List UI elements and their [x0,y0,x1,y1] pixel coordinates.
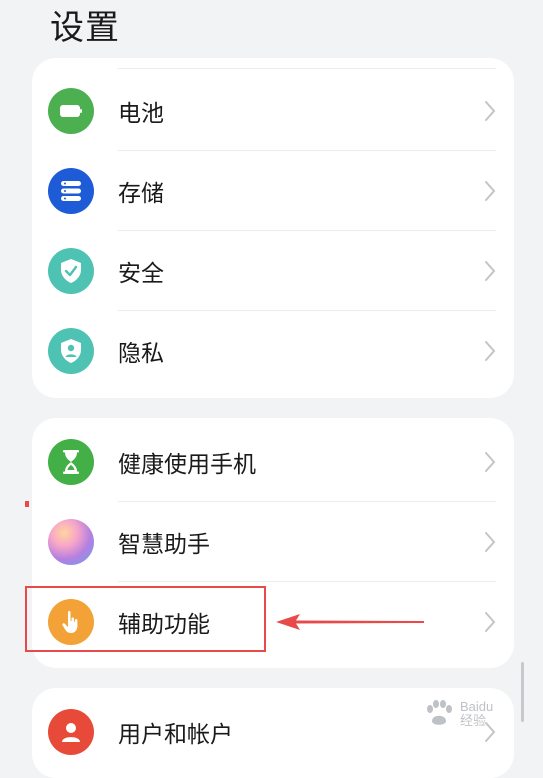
chevron-right-icon [485,612,496,632]
annotation-mark [25,501,29,507]
shield-check-icon [48,248,94,294]
page-title: 设置 [50,8,120,48]
user-icon [48,709,94,755]
settings-item-label: 健康使用手机 [118,452,256,478]
chevron-right-icon [485,452,496,472]
hourglass-icon [48,439,94,485]
settings-group-1: 电池 存储 安全 隐私 [32,58,514,398]
settings-item-label: 隐私 [118,341,164,367]
settings-item-label: 智慧助手 [118,532,210,558]
settings-item-security[interactable]: 安全 [32,231,514,311]
chevron-right-icon [485,532,496,552]
settings-item-battery[interactable]: 电池 [32,71,514,151]
watermark: Baidu 经验 [422,696,532,732]
annotation-highlight-box [25,586,266,652]
divider [118,68,496,69]
chevron-right-icon [485,341,496,361]
chevron-right-icon [485,101,496,121]
chevron-right-icon [485,261,496,281]
chevron-right-icon [485,181,496,201]
settings-item-smart-assistant[interactable]: 智慧助手 [32,502,514,582]
assistant-orb-icon [48,519,94,565]
annotation-arrow-icon [276,614,424,630]
settings-item-label: 存储 [118,181,164,207]
privacy-icon [48,328,94,374]
settings-item-digital-balance[interactable]: 健康使用手机 [32,422,514,502]
settings-item-label: 用户和帐户 [118,722,233,748]
settings-item-privacy[interactable]: 隐私 [32,311,514,391]
storage-icon [48,168,94,214]
settings-item-storage[interactable]: 存储 [32,151,514,231]
battery-icon [48,88,94,134]
settings-item-label: 电池 [118,101,164,127]
watermark-text: Baidu 经验 [460,699,494,728]
paw-logo-icon [427,700,452,725]
settings-item-label: 安全 [118,261,164,287]
